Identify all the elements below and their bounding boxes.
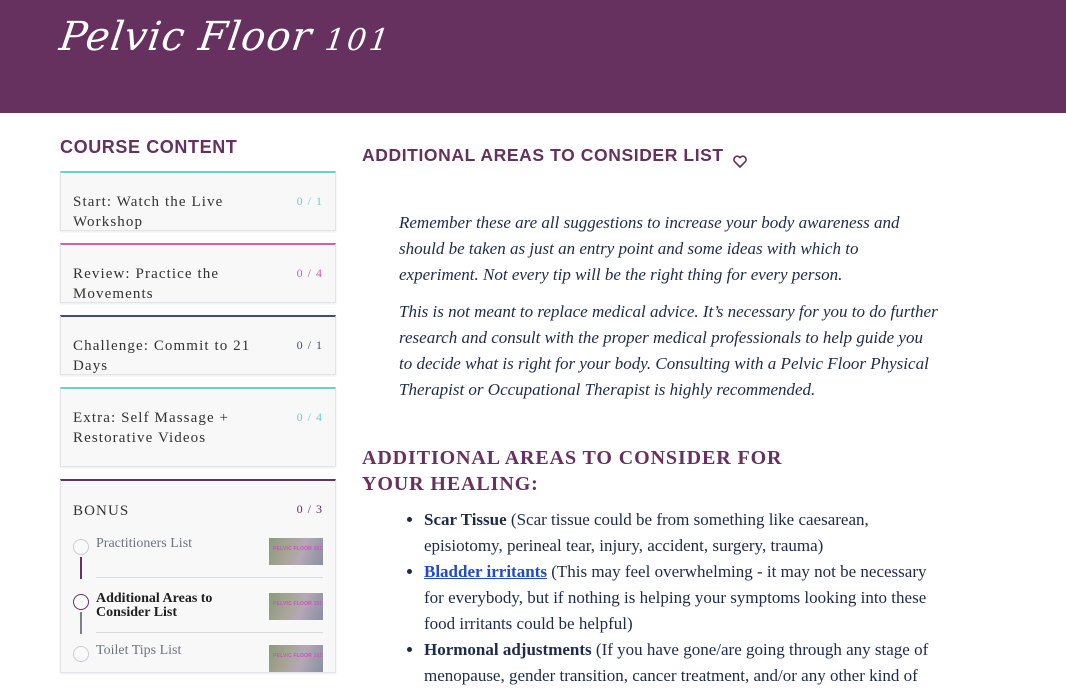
lesson-item-practitioners-list[interactable]: Practitioners List PELVIC FLOOR 101 (73, 537, 323, 586)
section-title: Start: Watch the Live Workshop (73, 194, 224, 230)
divider (96, 577, 323, 578)
lesson-thumbnail: PELVIC FLOOR 101 (269, 645, 323, 672)
section-title: Challenge: Commit to 21 Days (73, 338, 251, 374)
areas-list: Scar Tissue (Scar tissue could be from s… (424, 507, 944, 689)
lesson-status-circle-icon (73, 594, 89, 610)
lesson-title: Toilet Tips List (96, 643, 182, 658)
lesson-status-circle-icon (73, 539, 89, 555)
lesson-item-additional-areas[interactable]: Additional Areas to Consider List PELVIC… (73, 592, 323, 641)
timeline-connector (80, 557, 82, 579)
list-item: Scar Tissue (Scar tissue could be from s… (424, 507, 944, 559)
divider (96, 632, 323, 633)
course-content-sidebar: COURSE CONTENT Start: Watch the Live Wor… (60, 137, 336, 685)
section-title: Extra: Self Massage + Restorative Videos (73, 410, 230, 446)
lesson-title-text: ADDITIONAL AREAS TO CONSIDER LIST (362, 144, 724, 165)
section-card-challenge[interactable]: Challenge: Commit to 21 Days 0 / 1 (60, 315, 336, 375)
section-card-extra[interactable]: Extra: Self Massage + Restorative Videos… (60, 387, 336, 467)
section-title: BONUS (73, 503, 130, 519)
intro-paragraph: Remember these are all suggestions to in… (399, 213, 900, 284)
lesson-title: Practitioners List (96, 536, 193, 551)
section-card-review[interactable]: Review: Practice the Movements 0 / 4 (60, 243, 336, 303)
thumbnail-text: PELVIC FLOOR 101 (273, 546, 323, 552)
logo-number: 101 (322, 23, 394, 58)
section-card-start[interactable]: Start: Watch the Live Workshop 0 / 1 (60, 171, 336, 231)
logo-text: Pelvic Floor (56, 14, 316, 60)
lesson-item-toilet-tips[interactable]: Toilet Tips List PELVIC FLOOR 101 (73, 644, 323, 693)
intro-disclaimer: Remember these are all suggestions to in… (399, 210, 939, 403)
thumbnail-text: PELVIC FLOOR 101 (273, 601, 323, 607)
bladder-irritants-link[interactable]: Bladder irritants (424, 562, 547, 581)
lesson-list: Practitioners List PELVIC FLOOR 101 Addi… (73, 537, 323, 693)
section-heading: ADDITIONAL AREAS TO CONSIDER FOR YOUR HE… (362, 446, 783, 495)
section-progress: 0 / 1 (296, 338, 323, 352)
section-card-bonus[interactable]: BONUS 0 / 3 Practitioners List PELVIC FL… (60, 479, 336, 673)
course-logo[interactable]: Pelvic Floor 101 (57, 14, 395, 60)
area-term: Scar Tissue (424, 509, 507, 529)
timeline-connector (80, 612, 82, 634)
lesson-title-heading: ADDITIONAL AREAS TO CONSIDER LIST (362, 140, 962, 170)
list-item: Bladder irritants (This may feel overwhe… (424, 559, 944, 637)
intro-paragraph: This is not meant to replace medical adv… (399, 302, 938, 399)
thumbnail-text: PELVIC FLOOR 101 (273, 653, 323, 659)
lesson-status-circle-icon (73, 646, 89, 662)
area-term: Hormonal adjustments (424, 639, 592, 659)
section-progress: 0 / 4 (296, 410, 323, 424)
section-progress: 0 / 3 (296, 502, 323, 516)
section-title: Review: Practice the Movements (73, 266, 220, 302)
section-progress: 0 / 4 (296, 266, 323, 280)
lesson-thumbnail: PELVIC FLOOR 101 (269, 538, 323, 565)
list-item: Hormonal adjustments (If you have gone/a… (424, 637, 944, 689)
lesson-content: ADDITIONAL AREAS TO CONSIDER LIST Rememb… (362, 140, 962, 689)
lesson-title: Additional Areas to Consider List (96, 591, 213, 620)
lesson-thumbnail: PELVIC FLOOR 101 (269, 593, 323, 620)
sidebar-heading: COURSE CONTENT (60, 137, 238, 157)
site-header: Pelvic Floor 101 (0, 0, 1066, 113)
section-progress: 0 / 1 (296, 194, 323, 208)
heart-icon[interactable] (732, 152, 747, 168)
